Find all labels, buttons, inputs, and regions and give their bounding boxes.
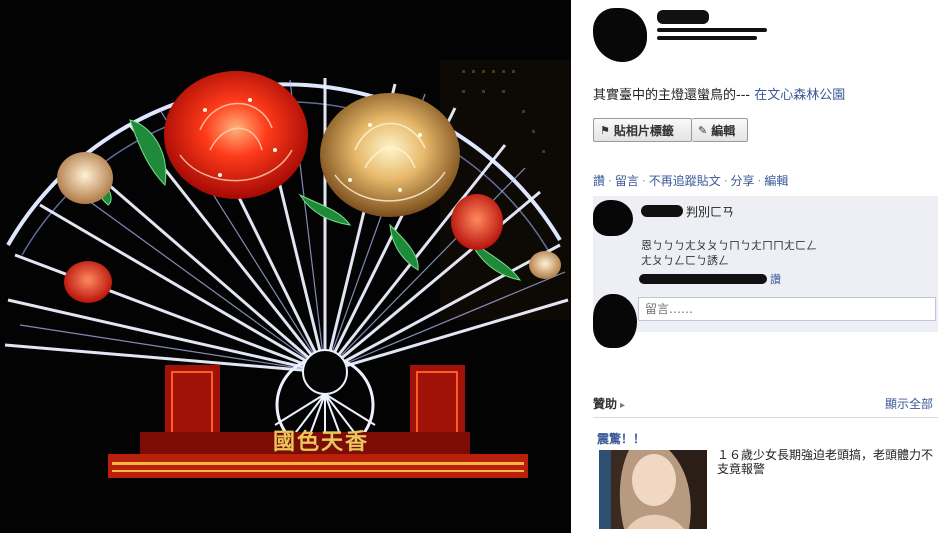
redacted-owner-name-line: [657, 28, 767, 32]
tag-photo-label: 貼相片標籤: [613, 123, 674, 138]
commenter-avatar[interactable]: [593, 200, 633, 236]
comment-like-link[interactable]: 讚: [770, 271, 781, 287]
photo-sidebar: 其實臺中的主燈還蠻鳥的--- 在文心森林公園 ⚑ 貼相片標籤 ✎ 編輯 讚 · 留言…: [571, 0, 941, 533]
edit-label: 編輯: [711, 123, 736, 138]
separator: ·: [723, 174, 728, 188]
ad-image[interactable]: [599, 450, 707, 529]
ad-title[interactable]: 震驚！！: [597, 430, 645, 447]
megaphone-icon: ▸: [620, 400, 626, 411]
edit-button[interactable]: ✎ 編輯: [692, 118, 748, 142]
redacted-owner-name: [657, 10, 709, 24]
post-actions: 讚 · 留言 · 不再追蹤貼文 · 分享 · 編輯: [593, 172, 788, 189]
redacted-commenter-name: [641, 205, 683, 217]
see-all-link[interactable]: 顯示全部: [885, 395, 933, 412]
post-caption-text: 其實臺中的主燈還蠻鳥的---: [593, 88, 751, 103]
comment-link[interactable]: 留言: [615, 174, 639, 188]
photo-lantern-inscription: 國色天香: [273, 429, 370, 455]
owner-avatar[interactable]: [593, 8, 647, 62]
share-link[interactable]: 分享: [731, 174, 755, 188]
unfollow-link[interactable]: 不再追蹤貼文: [649, 174, 721, 188]
ad-photo: [599, 450, 707, 529]
place-link[interactable]: 在文心森林公園: [754, 88, 845, 103]
redacted-comment-meta: [639, 274, 767, 284]
separator: ·: [757, 174, 762, 188]
comment-text: 恩ㄅㄅㄅㄤㄆㄆㄅㄇㄅㄤㄇㄇㄤㄈㄥ ㄤㄆㄅㄥㄈㄅ誘ㄥ: [641, 239, 817, 267]
tag-icon: ⚑: [600, 123, 610, 137]
separator: ·: [641, 174, 646, 188]
current-user-avatar: [593, 294, 637, 348]
sponsored-heading-label: 贊助: [593, 397, 618, 411]
comment-input[interactable]: [638, 297, 936, 321]
pencil-icon: ✎: [698, 123, 708, 137]
like-link[interactable]: 讚: [593, 174, 605, 188]
separator: ·: [608, 174, 612, 188]
redacted-post-meta: [657, 36, 757, 40]
sponsored-heading: 贊助 ▸: [593, 395, 625, 412]
photo-viewer[interactable]: 國色天香: [0, 0, 571, 533]
ad-text[interactable]: １６歲少女長期強迫老頭搞，老頭體力不支竟報警: [717, 448, 933, 476]
post-caption: 其實臺中的主燈還蠻鳥的--- 在文心森林公園: [593, 84, 845, 103]
commenter-name-suffix: 判別ㄈㄢ: [686, 205, 735, 219]
edit-link[interactable]: 編輯: [764, 174, 788, 188]
divider: [593, 417, 938, 418]
tag-photo-button[interactable]: ⚑ 貼相片標籤: [593, 118, 692, 142]
